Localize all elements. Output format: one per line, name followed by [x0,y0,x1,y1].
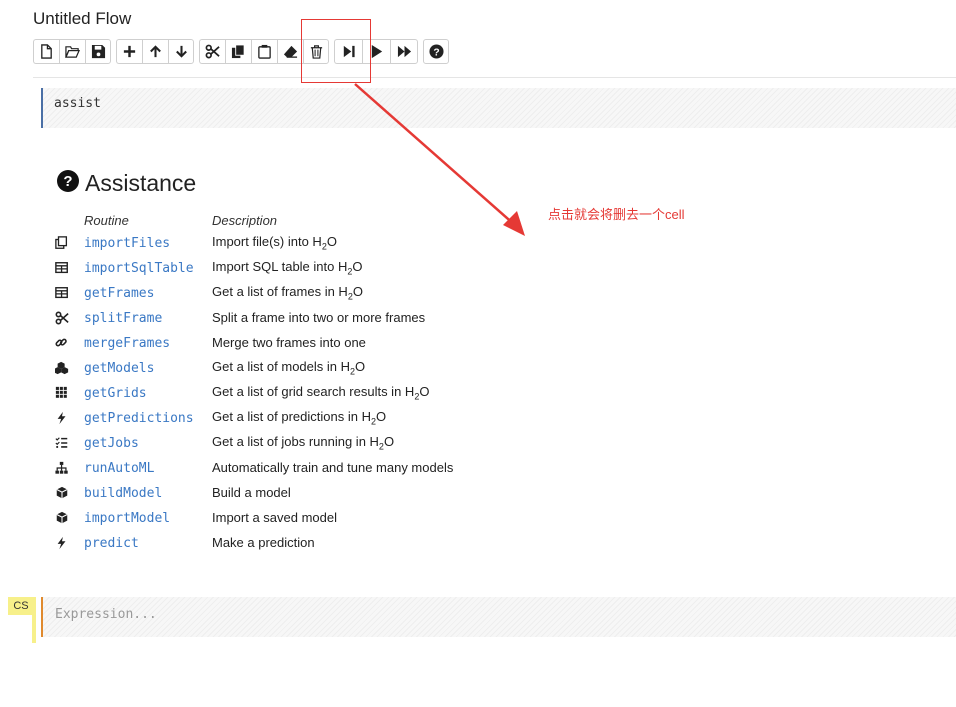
annotation-note: 点击就会将删去一个cell [548,207,685,222]
annotation-arrow [354,83,525,236]
